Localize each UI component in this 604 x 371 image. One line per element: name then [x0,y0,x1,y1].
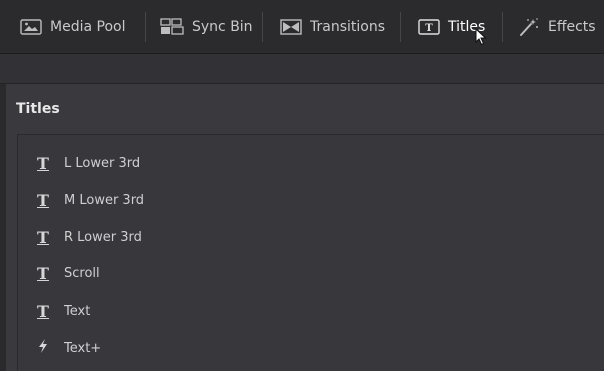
title-text-icon: T [37,301,49,321]
svg-text:T: T [425,23,433,34]
toolbar: Media Pool Sync Bin Transitions T Titles… [0,0,604,54]
list-item[interactable]: T L Lower 3rd [34,148,140,178]
tab-sync-bin[interactable]: Sync Bin [160,0,253,53]
panel-subheader-bar [0,54,604,84]
panel-left-edge [0,84,6,371]
list-item-label: L Lower 3rd [64,155,141,171]
mouse-pointer-icon [475,27,487,46]
list-item-label: Text+ [64,340,102,356]
title-text-icon: T [37,263,49,283]
list-item-label: R Lower 3rd [64,229,142,245]
effects-wand-icon [518,17,540,37]
list-item-label: Scroll [64,265,100,281]
toolbar-divider [262,12,263,42]
tab-label: Effects [548,18,596,35]
tab-label: Sync Bin [192,18,253,35]
section-title: Titles [16,101,60,117]
fusion-title-icon [34,338,52,358]
titles-list: T L Lower 3rd T M Lower 3rd T R Lower 3r… [17,134,604,371]
tab-effects[interactable]: Effects [518,0,596,53]
toolbar-divider [400,12,401,42]
list-item-label: M Lower 3rd [64,192,145,208]
list-item[interactable]: T M Lower 3rd [34,185,144,215]
title-text-icon: T [37,190,49,210]
tab-label: Media Pool [50,18,126,35]
tab-media-pool[interactable]: Media Pool [20,0,125,53]
tab-transitions[interactable]: Transitions [280,0,385,53]
titles-icon: T [418,18,440,35]
list-item[interactable]: T R Lower 3rd [34,222,142,252]
list-item[interactable]: T Scroll [34,258,100,288]
toolbar-divider [502,12,503,42]
sync-bin-icon [160,17,184,36]
titles-panel-window: Media Pool Sync Bin Transitions T Titles… [0,0,604,371]
list-item-label: Text [64,303,91,319]
title-text-icon: T [37,153,49,173]
list-item[interactable]: Text+ [34,333,101,363]
title-text-icon: T [37,227,49,247]
tab-label: Transitions [310,18,385,35]
list-item[interactable]: T Text [34,296,90,326]
media-pool-icon [20,18,42,35]
transitions-icon [280,18,302,35]
toolbar-divider [145,12,146,42]
